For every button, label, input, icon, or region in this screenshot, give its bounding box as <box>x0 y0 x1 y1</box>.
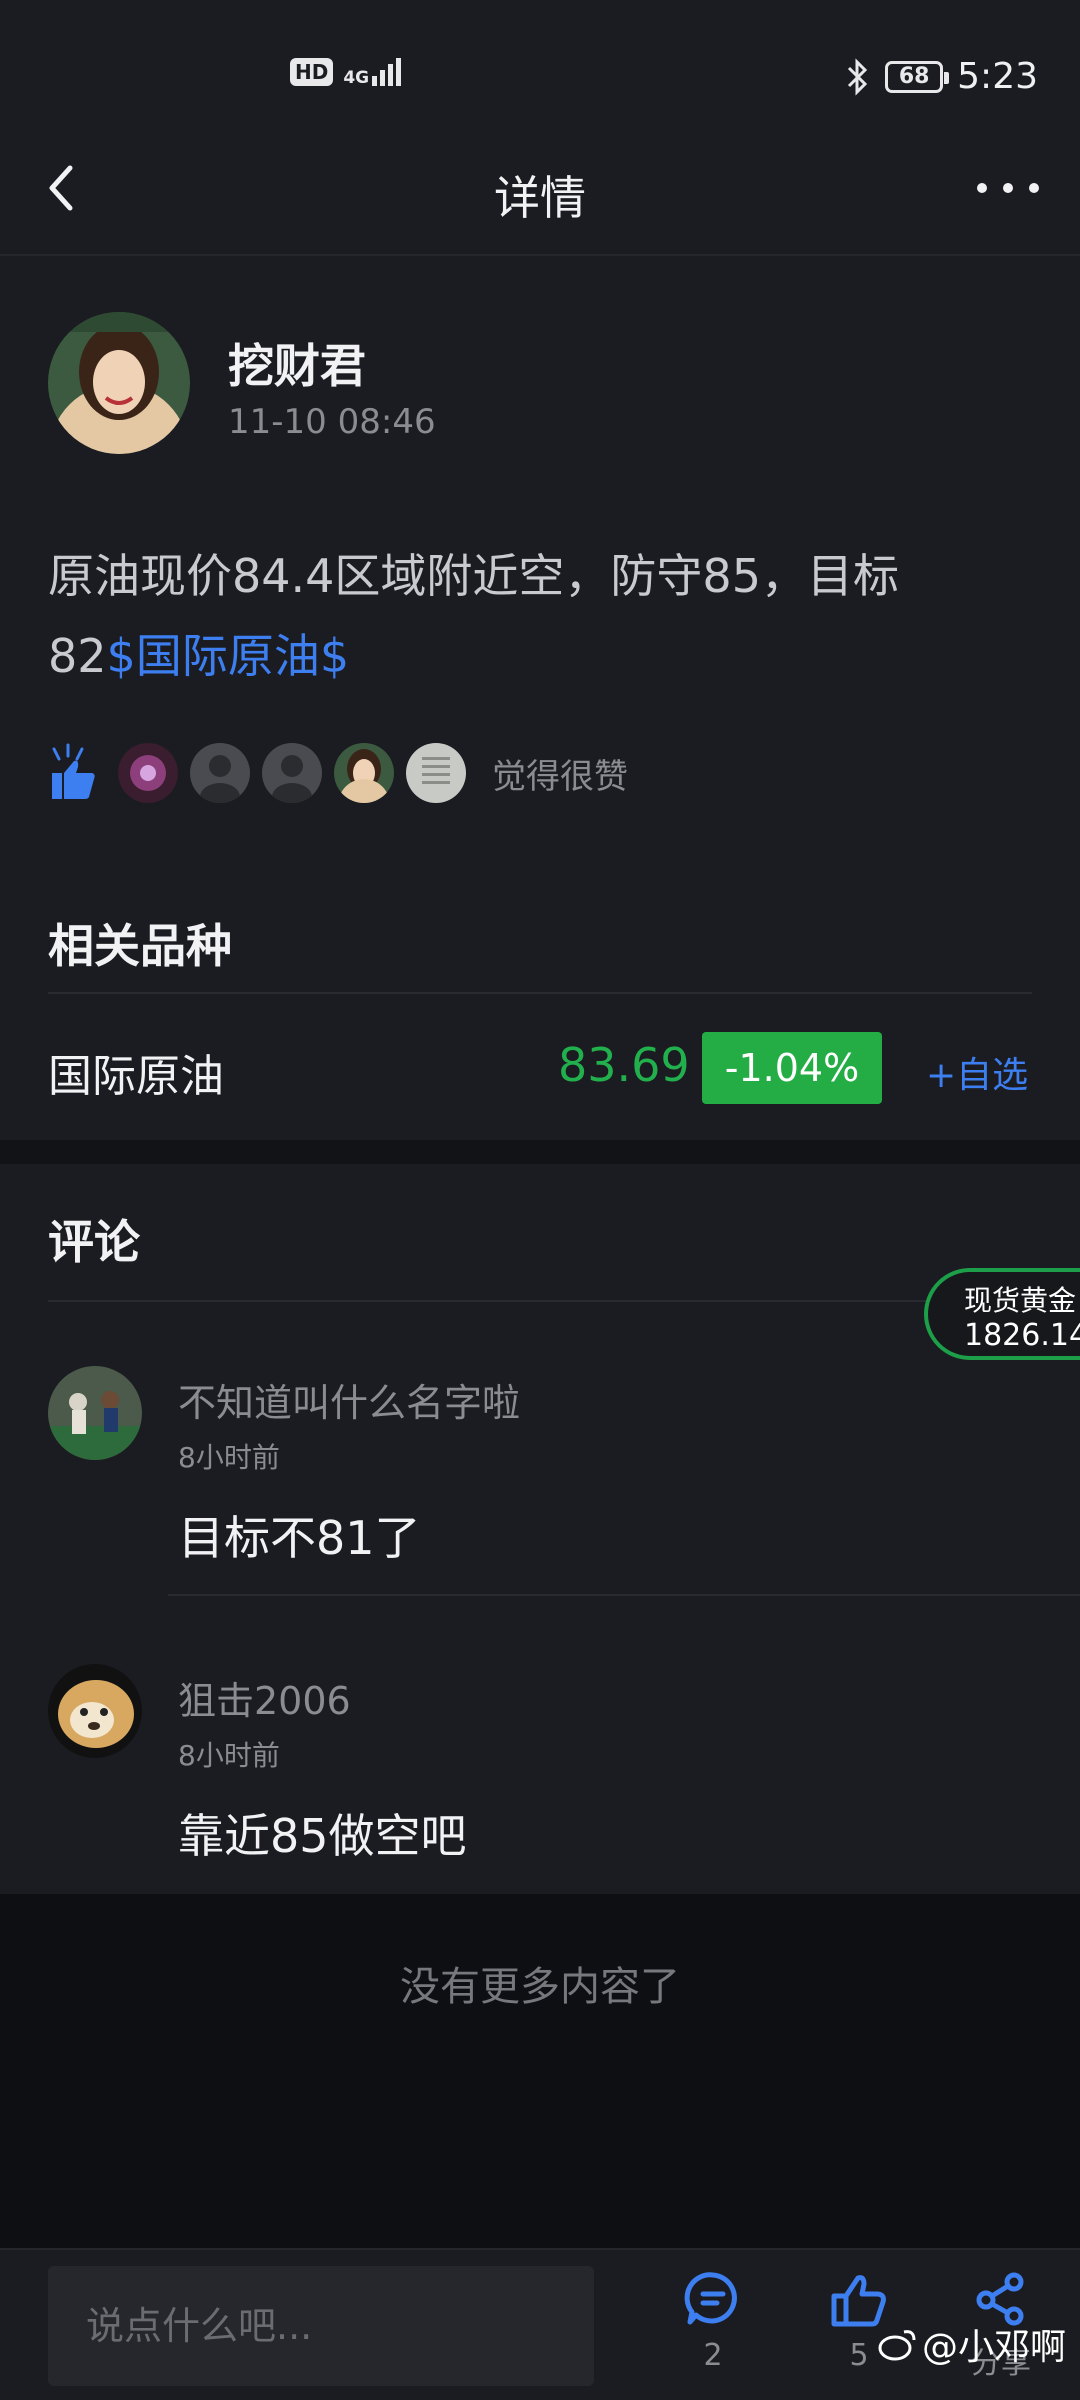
more-options-icon[interactable] <box>972 168 1044 208</box>
hd-badge: HD <box>290 58 334 86</box>
comment-username[interactable]: 不知道叫什么名字啦 <box>178 1372 520 1427</box>
add-watchlist-button[interactable]: +自选 <box>926 1046 1028 1098</box>
signal-icon: 4G <box>343 58 402 88</box>
comment-time: 8小时前 <box>178 1739 280 1772</box>
comment-button[interactable]: 2 <box>668 2270 758 2373</box>
nav-header: 详情 <box>0 140 1080 256</box>
comment-text: 靠近85做空吧 <box>178 1809 467 1863</box>
weibo-logo-icon <box>878 2330 916 2361</box>
change-badge: -1.04% <box>702 1032 882 1104</box>
comment-input[interactable] <box>48 2266 594 2386</box>
commenter-avatar[interactable] <box>48 1664 142 1758</box>
floating-quote-price: 1826.14 <box>964 1318 1080 1353</box>
divider <box>168 1594 1080 1596</box>
network-type: 4G <box>343 68 370 88</box>
likes-row[interactable]: 觉得很赞 <box>48 738 628 808</box>
floating-quote-gold[interactable]: 现货黄金 1826.14 <box>924 1268 1080 1360</box>
comments-section-title: 评论 <box>48 1215 140 1269</box>
instrument-price: 83.69 <box>558 1038 690 1092</box>
likes-label: 觉得很赞 <box>492 756 628 797</box>
watermark: @小邓啊 <box>878 2318 1066 2370</box>
liker-avatar-1[interactable] <box>118 743 178 803</box>
instrument-tag-link[interactable]: $国际原油$ <box>107 629 350 683</box>
liker-avatar-4[interactable] <box>334 743 394 803</box>
page-title: 详情 <box>494 171 586 225</box>
status-bar: HD 4G 68 5:23 <box>0 0 1080 140</box>
battery-icon: 68 <box>885 60 950 93</box>
liker-avatar-5[interactable] <box>406 743 466 803</box>
post-time: 11-10 08:46 <box>228 402 436 442</box>
comment-text: 目标不81了 <box>178 1511 421 1565</box>
comment-icon <box>684 2272 737 2325</box>
divider <box>48 992 1032 994</box>
no-more-content-label: 没有更多内容了 <box>400 1964 680 2010</box>
status-right: 68 5:23 <box>845 56 1038 97</box>
related-section-title: 相关品种 <box>48 919 232 973</box>
floating-quote-name: 现货黄金 <box>964 1284 1077 1317</box>
instrument-name[interactable]: 国际原油 <box>48 1040 224 1104</box>
clock: 5:23 <box>957 56 1038 97</box>
commenter-avatar[interactable] <box>48 1366 142 1460</box>
comment-username[interactable]: 狙击2006 <box>178 1670 351 1725</box>
author-name[interactable]: 挖财君 <box>228 330 366 396</box>
comment-count: 2 <box>703 2338 723 2373</box>
thumbs-up-icon[interactable] <box>48 743 98 803</box>
liker-avatar-2[interactable] <box>190 743 250 803</box>
section-separator <box>0 1140 1080 1164</box>
watermark-text: @小邓啊 <box>921 2327 1066 2368</box>
post-content: 原油现价84.4区域附近空，防守85，目标82$国际原油$ <box>48 536 1028 696</box>
list-footer: 没有更多内容了 <box>0 1894 1080 2248</box>
comment-time: 8小时前 <box>178 1441 280 1474</box>
status-left: HD 4G <box>290 58 402 88</box>
bluetooth-icon <box>848 57 868 96</box>
liker-avatar-3[interactable] <box>262 743 322 803</box>
author-avatar[interactable] <box>48 312 190 454</box>
